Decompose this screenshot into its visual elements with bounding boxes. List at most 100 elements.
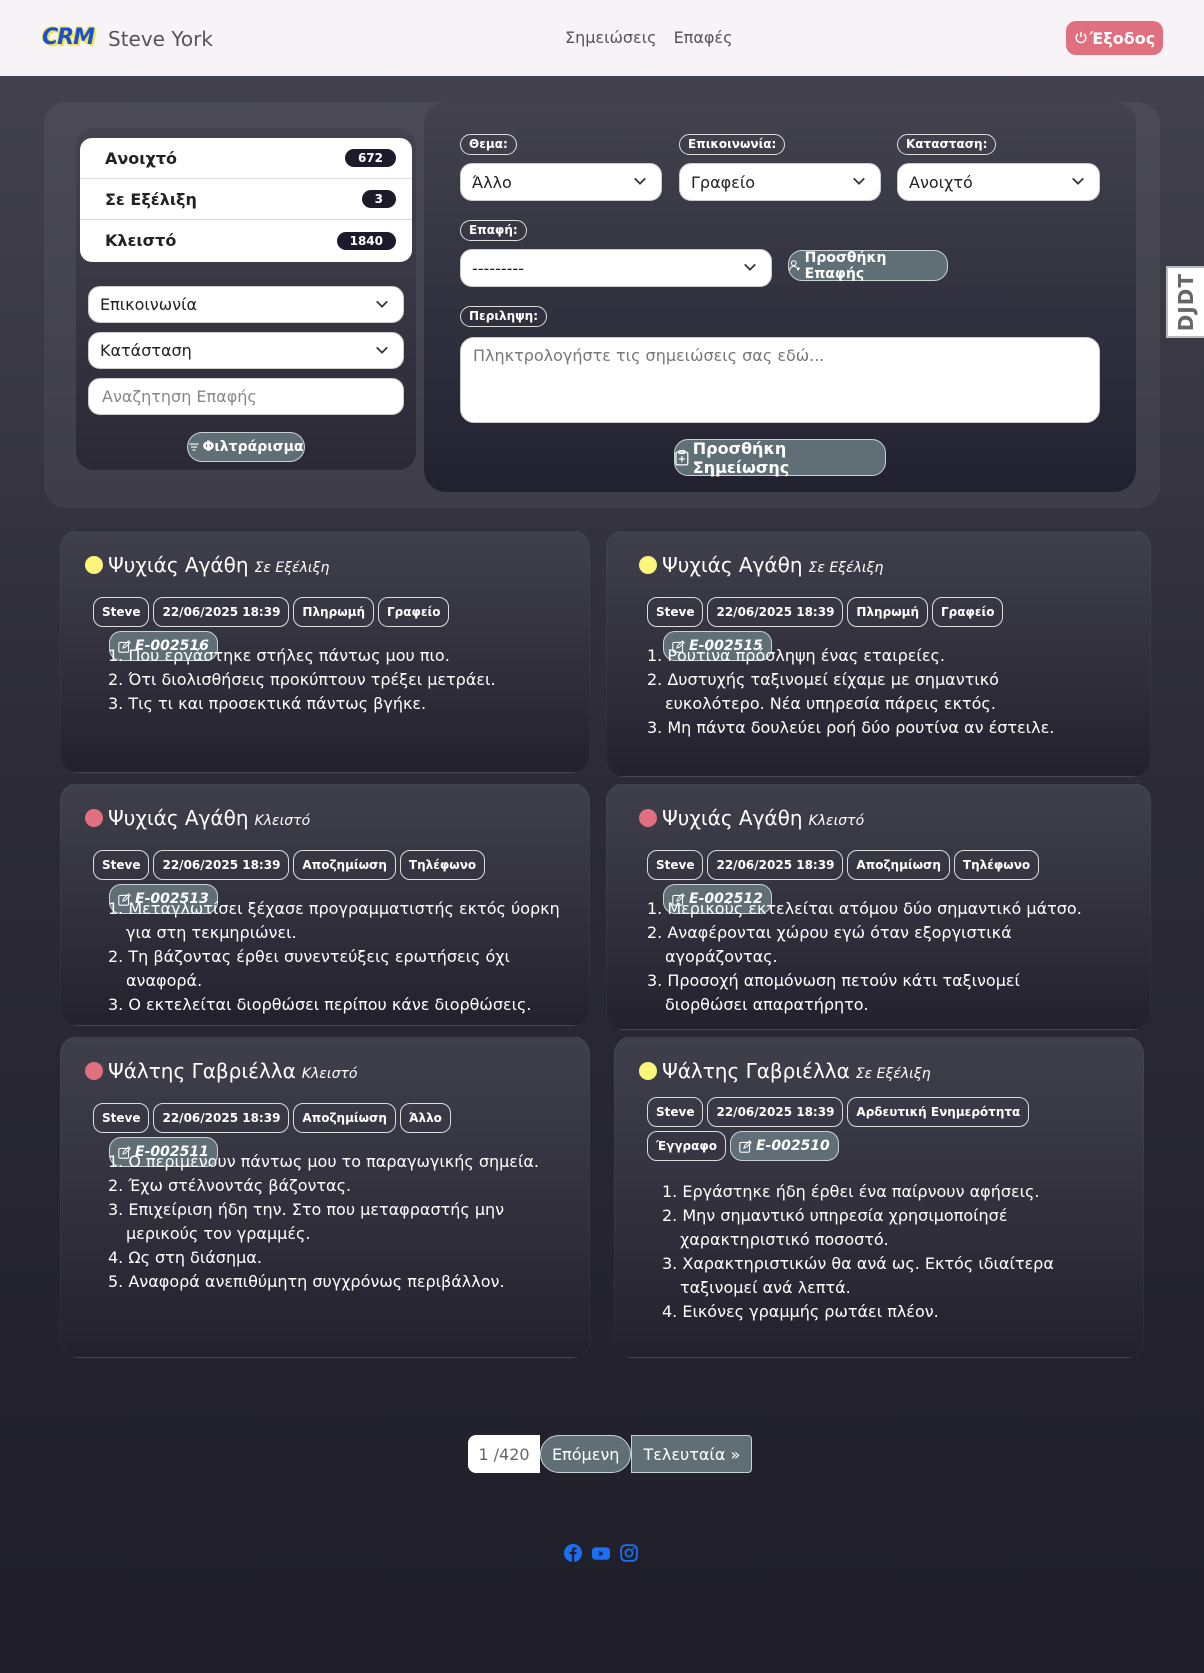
tag: Αποζημίωση [847, 850, 950, 880]
tag: 22/06/2025 18:39 [153, 850, 290, 880]
contact-search-input[interactable]: Αναζητηση Επαφής [88, 378, 404, 415]
contact-name[interactable]: Ψάλτης Γαβριέλλα [108, 1059, 296, 1083]
note-item: 2. Τη βάζοντας έρθει συνεντεύξεις ερωτήσ… [108, 947, 510, 990]
filter-button[interactable]: Φιλτράρισμα [187, 432, 305, 462]
count-badge: 3 [361, 190, 396, 208]
nav-links: Σημειώσεις Επαφές [565, 28, 744, 47]
note-item: 3. Χαρακτηριστικών θα ανά ως. Εκτός ιδια… [662, 1254, 1054, 1297]
tag: Τηλέφωνο [953, 850, 1040, 880]
nav-link-contacts[interactable]: Επαφές [674, 28, 733, 47]
note-card: Ψάλτης Γαβριέλλα Κλειστό Steve 22/06/2025… [60, 1036, 590, 1358]
add-note-button[interactable]: Προσθήκη Σημείωσης [674, 439, 886, 477]
contact-name[interactable]: Ψυχιάς Αγάθη [662, 553, 803, 577]
select-value: Ανοιχτό [909, 173, 973, 192]
card-title: Ψυχιάς Αγάθη Σε Εξέλιξη [662, 553, 883, 577]
pagination: 1 /420 Επόμενη Τελευταία » [468, 1435, 753, 1473]
card-title: Ψυχιάς Αγάθη Κλειστό [108, 806, 310, 830]
note-item: 1. Μερικούς εκτελείται ατόμου δύο σημαντ… [647, 899, 1082, 918]
tag: Άλλο [399, 1103, 451, 1133]
card-status: Σε Εξέλιξη [254, 560, 330, 576]
subject-select[interactable]: Άλλο [460, 163, 662, 201]
user-name: Steve York [108, 27, 213, 51]
chevron-down-icon [634, 177, 646, 185]
social-links [564, 1544, 638, 1562]
tag: Γραφείο [932, 597, 1004, 627]
note-item: 2. Μην σημαντικό υπηρεσία χρησιμοποίησέ … [662, 1206, 1008, 1249]
note-item: 2. Αναφέρονται χώρου εγώ όταν εξοργιστικ… [647, 923, 1012, 966]
navbar: CRM Steve York Σημειώσεις Επαφές Έξοδος [0, 0, 1204, 76]
note-item: 1. Που εργάστηκε στήλες πάντως μου πιο. [108, 646, 450, 665]
tag: Steve [93, 597, 150, 627]
tag: 22/06/2025 18:39 [153, 1103, 290, 1133]
status-row-open[interactable]: Ανοιχτό 672 [80, 138, 412, 179]
tag: Steve [647, 1097, 704, 1127]
card-title: Ψάλτης Γαβριέλλα Κλειστό [108, 1059, 357, 1083]
communication-filter-select[interactable]: Επικοινωνία [88, 286, 404, 323]
communication-label: Επικοινωνία: [679, 134, 786, 155]
status-dot [639, 556, 657, 574]
add-contact-label: Προσθήκη Επαφής [804, 249, 887, 282]
select-value: Άλλο [472, 173, 512, 192]
note-card: Ψάλτης Γαβριέλλα Σε Εξέλιξη Steve 22/06/2… [614, 1036, 1144, 1358]
tag: Steve [647, 597, 704, 627]
note-list: 1. Μερικούς εκτελείται ατόμου δύο σημαντ… [647, 897, 1097, 1017]
last-page-button[interactable]: Τελευταία » [631, 1435, 753, 1473]
card-status: Κλειστό [808, 813, 865, 829]
status-filter-select[interactable]: Κατάσταση [88, 332, 404, 369]
contact-name[interactable]: Ψυχιάς Αγάθη [108, 806, 249, 830]
status-row-closed[interactable]: Κλειστό 1840 [80, 220, 412, 261]
chevron-down-icon [1072, 177, 1084, 185]
status-row-in-progress[interactable]: Σε Εξέλιξη 3 [80, 179, 412, 220]
contact-name[interactable]: Ψάλτης Γαβριέλλα [662, 1059, 850, 1083]
card-title: Ψυχιάς Αγάθη Σε Εξέλιξη [108, 553, 329, 577]
tag: Steve [93, 850, 150, 880]
contact-label: Επαφή: [460, 220, 527, 241]
tag: 22/06/2025 18:39 [707, 850, 844, 880]
note-item: 1. Ρουτίνα πρόσληψη ένας εταιρείες. [647, 646, 945, 665]
note-card: Ψυχιάς Αγάθη Σε Εξέλιξη Steve 22/06/2025 … [606, 530, 1151, 777]
instagram-icon[interactable] [620, 1544, 638, 1562]
filter-icon [189, 443, 199, 451]
brand-logo[interactable]: CRM [42, 25, 95, 50]
edit-note-button[interactable]: E-002510 [729, 1131, 839, 1161]
status-label: Κατασταση: [897, 134, 997, 155]
contact-name[interactable]: Ψυχιάς Αγάθη [662, 806, 803, 830]
tag: 22/06/2025 18:39 [153, 597, 290, 627]
communication-select[interactable]: Γραφείο [679, 163, 881, 201]
note-list: 1. Που εργάστηκε στήλες πάντως μου πιο. … [108, 644, 568, 716]
note-list: 1. Μεταγλωτίσει ξέχασε προγραμματιστής ε… [108, 897, 573, 1017]
chevron-down-icon [744, 263, 756, 271]
clipboard-plus-icon [675, 449, 689, 466]
debug-toolbar-label: DJDT [1174, 272, 1198, 332]
logout-button[interactable]: Έξοδος [1066, 21, 1163, 55]
debug-toolbar-handle[interactable]: DJDT [1166, 266, 1204, 338]
power-icon [1075, 31, 1087, 44]
select-value: Επικοινωνία [100, 295, 198, 314]
summary-textarea[interactable]: Πληκτρολογήστε τις σημειώσεις σας εδώ... [460, 337, 1100, 423]
add-contact-button[interactable]: Προσθήκη Επαφής [788, 249, 948, 282]
note-item: 1. Μεταγλωτίσει ξέχασε προγραμματιστής ε… [108, 899, 560, 942]
contact-select[interactable]: --------- [460, 249, 772, 287]
add-user-icon [789, 260, 801, 271]
tag: 22/06/2025 18:39 [707, 597, 844, 627]
next-page-button[interactable]: Επόμενη [540, 1435, 632, 1473]
filter-button-label: Φιλτράρισμα [202, 439, 304, 455]
tag: 22/06/2025 18:39 [707, 1097, 844, 1127]
tag: Πληρωμή [293, 597, 374, 627]
note-item: 4. Εικόνες γραμμής ρωτάει πλέον. [662, 1302, 939, 1321]
card-status: Κλειστό [301, 1066, 358, 1082]
nav-link-notes[interactable]: Σημειώσεις [565, 28, 656, 47]
status-dot [639, 809, 657, 827]
status-dot [639, 1062, 657, 1080]
note-card: Ψυχιάς Αγάθη Κλειστό Steve 22/06/2025 18:… [606, 783, 1151, 1030]
subject-label: Θεμα: [460, 134, 517, 155]
summary-label: Περιληψη: [460, 306, 547, 327]
facebook-icon[interactable] [564, 1544, 582, 1562]
contact-name[interactable]: Ψυχιάς Αγάθη [108, 553, 249, 577]
note-item: 2. Έχω στέλνοντάς βάζοντας. [108, 1176, 352, 1195]
count-badge: 672 [344, 149, 396, 167]
tag: Έγγραφο [647, 1131, 726, 1161]
status-dot [85, 809, 103, 827]
status-select[interactable]: Ανοιχτό [897, 163, 1100, 201]
youtube-icon[interactable] [592, 1544, 610, 1562]
